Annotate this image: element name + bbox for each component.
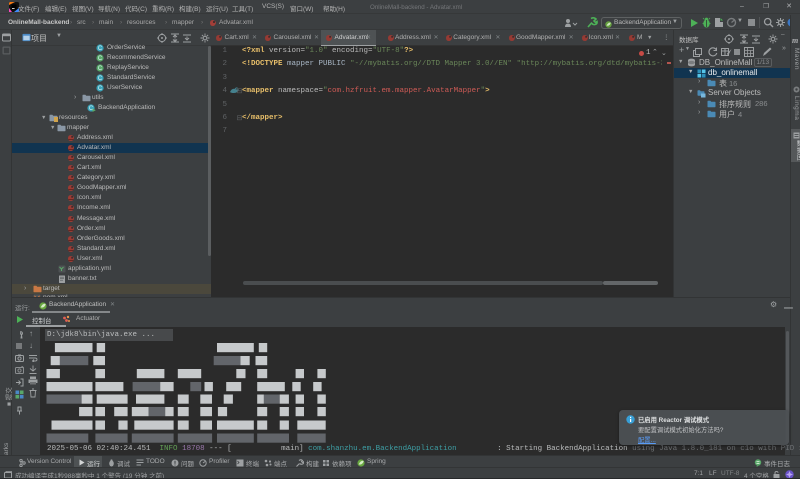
svg-text:C: C xyxy=(98,86,103,92)
svg-text:C: C xyxy=(98,76,103,82)
svg-text:C: C xyxy=(98,56,103,62)
svg-text:C: C xyxy=(98,66,103,72)
svg-text:C: C xyxy=(98,46,103,52)
